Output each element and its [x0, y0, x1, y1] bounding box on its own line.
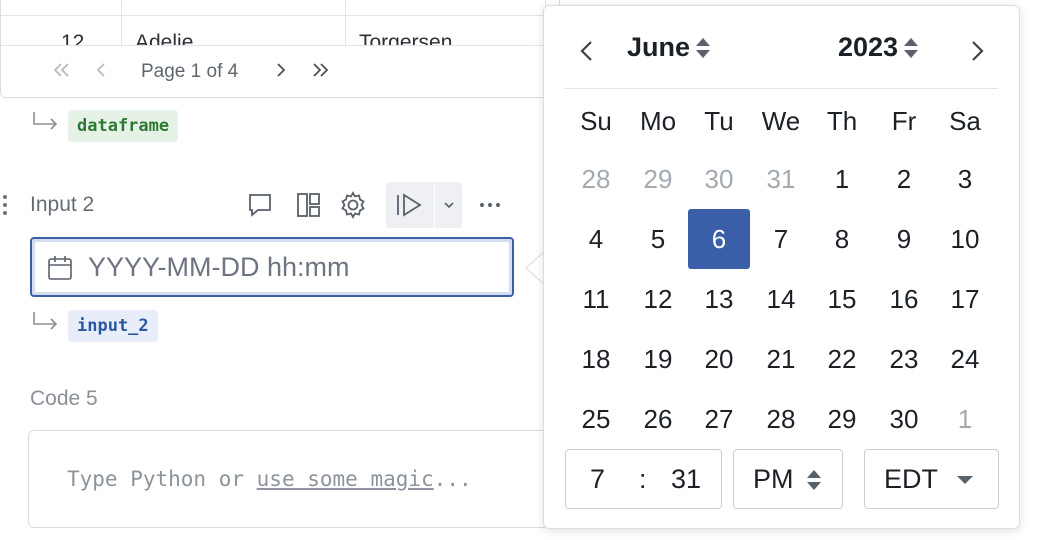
previous-month-icon[interactable]: [572, 34, 602, 68]
more-icon[interactable]: [472, 187, 508, 223]
calendar-day[interactable]: 29: [811, 389, 873, 449]
input-output-chip[interactable]: input_2: [68, 310, 158, 342]
dataframe-output-chip[interactable]: dataframe: [68, 110, 179, 142]
last-page-icon[interactable]: [309, 58, 333, 82]
weekday-label: Tu: [704, 106, 734, 136]
calendar-day[interactable]: 17: [934, 269, 996, 329]
calendar-day[interactable]: 3: [934, 149, 996, 209]
calendar-day[interactable]: 27: [688, 389, 750, 449]
chevron-down-icon: [957, 476, 973, 484]
dataframe-table: 12 Adelie Torgersen Page 1 of 4: [0, 0, 560, 98]
comment-icon[interactable]: [242, 187, 278, 223]
timezone-select[interactable]: EDT: [864, 449, 999, 509]
output-arrow-icon: [32, 110, 60, 132]
code-placeholder-prefix: Type Python or: [67, 467, 257, 491]
meridiem-updown-icon: [807, 470, 821, 490]
time-input[interactable]: 7 : 31: [565, 449, 722, 509]
calendar-day[interactable]: 2: [873, 149, 935, 209]
weekday-label: Sa: [949, 106, 981, 136]
calendar-day[interactable]: 6: [688, 209, 750, 269]
next-month-icon[interactable]: [962, 34, 992, 68]
weekday-label: Th: [826, 106, 858, 136]
calendar-day[interactable]: 20: [688, 329, 750, 389]
run-icon[interactable]: [392, 190, 428, 220]
calendar-icon: [46, 254, 74, 282]
calendar-day[interactable]: 12: [627, 269, 689, 329]
code-placeholder: Type Python or use some magic...: [67, 467, 472, 491]
chevron-down-icon[interactable]: [436, 192, 462, 218]
calendar-day[interactable]: 16: [873, 269, 935, 329]
date-picker-popover: June 2023 Su Mo Tu We Th Fr Sa 28 29 30 31 1 2 3 4 5 6 7…: [543, 5, 1020, 529]
month-value: June: [627, 32, 691, 62]
next-page-icon[interactable]: [269, 58, 293, 82]
run-button-group[interactable]: [386, 182, 462, 228]
calendar-day[interactable]: 5: [627, 209, 689, 269]
calendar-day[interactable]: 28: [565, 149, 627, 209]
weekday-label: We: [761, 106, 801, 136]
calendar-day[interactable]: 10: [934, 209, 996, 269]
calendar-day[interactable]: 22: [811, 329, 873, 389]
weekday-label: Fr: [891, 106, 917, 136]
calendar-day[interactable]: 1: [811, 149, 873, 209]
minute-value[interactable]: 31: [671, 464, 701, 495]
layout-icon[interactable]: [290, 187, 326, 223]
code-cell-label: Code 5: [30, 387, 98, 410]
calendar-day[interactable]: 9: [873, 209, 935, 269]
calendar-day[interactable]: 1: [934, 389, 996, 449]
weekday-label: Su: [580, 106, 612, 136]
year-updown-icon: [904, 37, 919, 58]
table-row-divider: [1, 15, 559, 16]
calendar-day[interactable]: 8: [811, 209, 873, 269]
month-updown-icon: [696, 37, 711, 58]
calendar-day[interactable]: 28: [750, 389, 812, 449]
meridiem-select[interactable]: PM: [733, 449, 843, 509]
code-editor[interactable]: Type Python or use some magic...: [28, 430, 568, 528]
input-cell-label: Input 2: [30, 193, 95, 216]
datetime-input-field[interactable]: [30, 237, 514, 297]
calendar-day[interactable]: 14: [750, 269, 812, 329]
meridiem-value: PM: [753, 464, 794, 494]
calendar-day[interactable]: 24: [934, 329, 996, 389]
page-indicator: Page 1 of 4: [141, 61, 239, 82]
weekday-label: Mo: [639, 106, 677, 136]
timezone-value: EDT: [884, 464, 938, 494]
month-select[interactable]: June: [627, 32, 712, 63]
calendar-day[interactable]: 29: [627, 149, 689, 209]
drag-handle-icon[interactable]: [0, 194, 10, 216]
output-arrow-icon: [32, 310, 60, 332]
datetime-input[interactable]: [88, 247, 488, 287]
calendar-day[interactable]: 19: [627, 329, 689, 389]
run-group-separator: [434, 182, 435, 228]
calendar-day[interactable]: 31: [750, 149, 812, 209]
year-value: 2023: [838, 32, 899, 62]
calendar-day[interactable]: 25: [565, 389, 627, 449]
first-page-icon[interactable]: [49, 58, 73, 82]
calendar-day[interactable]: 26: [627, 389, 689, 449]
calendar-day[interactable]: 4: [565, 209, 627, 269]
calendar-day[interactable]: 7: [750, 209, 812, 269]
calendar-day[interactable]: 23: [873, 329, 935, 389]
magic-link[interactable]: use some magic: [257, 467, 434, 491]
calendar-day[interactable]: 11: [565, 269, 627, 329]
calendar-day[interactable]: 21: [750, 329, 812, 389]
table-pagination: Page 1 of 4: [1, 45, 559, 97]
previous-page-icon[interactable]: [89, 58, 113, 82]
header-divider: [564, 88, 998, 89]
code-placeholder-suffix: ...: [433, 467, 472, 491]
year-select[interactable]: 2023: [838, 32, 920, 63]
calendar-day[interactable]: 30: [873, 389, 935, 449]
calendar-day[interactable]: 30: [688, 149, 750, 209]
hour-value[interactable]: 7: [590, 464, 605, 495]
calendar-day[interactable]: 15: [811, 269, 873, 329]
calendar-day[interactable]: 13: [688, 269, 750, 329]
gear-icon[interactable]: [335, 187, 371, 223]
time-separator: :: [639, 464, 647, 494]
calendar-day[interactable]: 18: [565, 329, 627, 389]
